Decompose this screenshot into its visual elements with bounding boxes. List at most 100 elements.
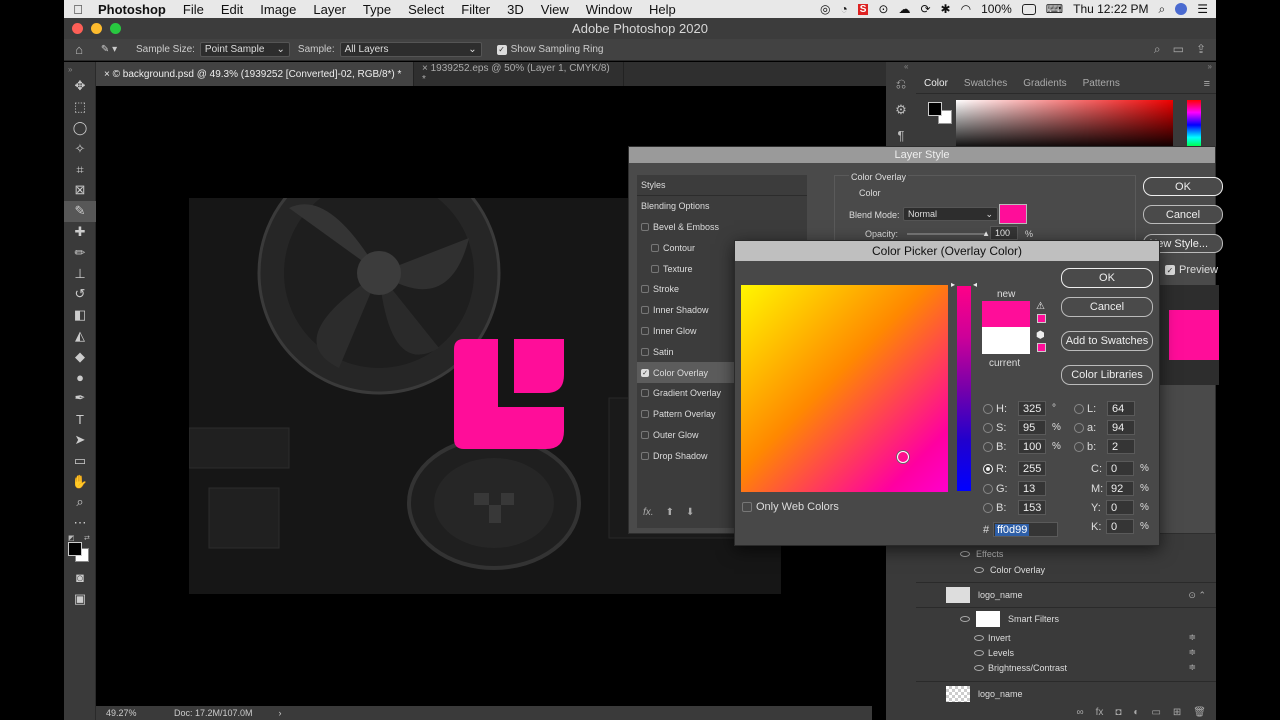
panel-menu-icon[interactable]: ≡ [1204, 78, 1216, 90]
zoom-tool-icon[interactable]: ⌕ [64, 492, 96, 513]
style-item-checkbox[interactable] [651, 264, 659, 273]
preview-toggle[interactable]: ✓ Preview [1165, 264, 1218, 276]
frame-tool-icon[interactable]: ⊠ [64, 180, 96, 201]
search-icon[interactable]: ⌕ [1154, 42, 1161, 57]
lab-a-radio[interactable] [1074, 422, 1084, 433]
web-safe-color-swatch[interactable] [1037, 343, 1046, 352]
eye-icon[interactable] [974, 567, 984, 573]
lab-l-input[interactable]: 64 [1107, 401, 1135, 416]
path-selection-tool-icon[interactable]: ➤ [64, 430, 96, 451]
blue-input[interactable]: 153 [1018, 500, 1046, 515]
yellow-input[interactable]: 0 [1106, 500, 1134, 515]
tab-1939252-eps[interactable]: × 1939252.eps @ 50% (Layer 1, CMYK/8) * [414, 62, 624, 86]
history-panel-icon[interactable]: ⎌ [886, 76, 916, 102]
style-item-checkbox[interactable] [641, 347, 649, 356]
tab-swatches[interactable]: Swatches [956, 78, 1015, 89]
effects-row[interactable]: Effects [916, 546, 1216, 562]
crop-tool-icon[interactable]: ⌗ [64, 159, 96, 180]
brightness-input[interactable]: 100 [1018, 439, 1046, 454]
panel-fg-swatch[interactable] [928, 102, 942, 116]
workspace-icon[interactable]: ▭ [1173, 42, 1184, 57]
move-down-icon[interactable]: ⬇ [686, 507, 694, 518]
collapse-panels-icon[interactable]: » [916, 62, 1216, 74]
close-window-button[interactable] [72, 23, 83, 34]
tab-color[interactable]: Color [916, 78, 956, 89]
style-item-checkbox[interactable] [641, 285, 649, 294]
styles-header[interactable]: Styles [637, 175, 807, 196]
picker-ok-button[interactable]: OK [1061, 268, 1153, 288]
menu-file[interactable]: File [183, 2, 204, 17]
eye-icon[interactable] [974, 664, 984, 671]
rectangle-tool-icon[interactable]: ▭ [64, 450, 96, 471]
only-web-colors-checkbox[interactable] [742, 502, 752, 512]
hue-slider-right-arrow-icon[interactable]: ◂ [973, 280, 977, 289]
layer-style-ok-button[interactable]: OK [1143, 177, 1223, 196]
healing-brush-tool-icon[interactable]: ✚ [64, 222, 96, 243]
tab-background-psd[interactable]: × © background.psd @ 49.3% (1939252 [Con… [96, 62, 414, 86]
magenta-input[interactable]: 92 [1106, 481, 1134, 496]
quick-mask-icon[interactable]: ◙ [64, 568, 96, 589]
bluetooth-icon[interactable]: ✱ [941, 2, 951, 16]
style-item-checkbox[interactable] [651, 243, 659, 252]
hue-radio[interactable] [983, 403, 993, 414]
menu-type[interactable]: Type [363, 2, 391, 17]
smart-filters-row[interactable]: Smart Filters [916, 608, 1216, 630]
style-item-checkbox[interactable] [641, 326, 649, 335]
saturation-brightness-field[interactable] [741, 285, 948, 492]
web-safe-warning-icon[interactable]: ⬢ [1036, 330, 1045, 341]
marquee-tool-icon[interactable]: ⬚ [64, 97, 96, 118]
filter-row-invert[interactable]: Invert ≑ [916, 630, 1216, 645]
expand-panels-icon[interactable]: « [886, 62, 916, 76]
home-icon[interactable]: ⌂ [64, 42, 94, 57]
history-brush-tool-icon[interactable]: ↺ [64, 284, 96, 305]
status-arrow-icon[interactable]: › [279, 708, 282, 718]
sample-size-select[interactable]: Point Sample ⌄ [199, 42, 290, 57]
slider-thumb-icon[interactable]: ▲ [982, 229, 990, 238]
s-app-icon[interactable]: S [857, 3, 869, 15]
foreground-color-swatch[interactable] [68, 541, 82, 556]
eye-icon[interactable] [974, 649, 984, 656]
link-layers-icon[interactable]: ∞ [1076, 707, 1083, 718]
add-mask-icon[interactable]: ◘ [1115, 707, 1121, 718]
saturation-input[interactable]: 95 [1018, 420, 1046, 435]
opacity-slider[interactable]: ▲ [907, 229, 990, 238]
zoom-level[interactable]: 49.27% [96, 708, 156, 718]
color-spectrum-field[interactable] [956, 100, 1173, 150]
eyedropper-tool-icon[interactable]: ✎ [64, 200, 96, 222]
adjustment-icon[interactable]: ◐ [1133, 707, 1139, 718]
paint-bucket-tool-icon[interactable]: ◭ [64, 326, 96, 347]
green-radio[interactable] [983, 483, 993, 494]
menu-view[interactable]: View [541, 2, 569, 17]
style-item-checkbox[interactable] [641, 389, 649, 398]
style-item-checkbox[interactable]: ✓ [641, 368, 649, 377]
battery-percent[interactable]: 100% [981, 2, 1012, 16]
menu-window[interactable]: Window [586, 2, 632, 17]
blue-radio[interactable] [983, 502, 993, 513]
color-libraries-button[interactable]: Color Libraries [1061, 365, 1153, 385]
add-to-swatches-button[interactable]: Add to Swatches [1061, 331, 1153, 351]
eye-icon[interactable] [960, 616, 970, 622]
fx-icon[interactable]: fx [1096, 707, 1104, 718]
move-tool-icon[interactable]: ✥ [64, 76, 96, 97]
swap-colors-icon[interactable]: ⇄ [84, 534, 90, 542]
opacity-input[interactable]: 100 [990, 226, 1018, 240]
red-input[interactable]: 255 [1018, 461, 1046, 476]
saturation-radio[interactable] [983, 422, 993, 433]
menu-edit[interactable]: Edit [221, 2, 243, 17]
lab-b-radio[interactable] [1074, 441, 1084, 452]
style-item-checkbox[interactable] [641, 430, 649, 439]
pen-tool-icon[interactable]: ✒ [64, 388, 96, 409]
wifi-icon[interactable]: ◠ [961, 2, 971, 16]
share-icon[interactable]: ⇪ [1196, 42, 1206, 57]
collapse-toolbar-icon[interactable]: » [64, 62, 96, 76]
group-icon[interactable]: ▭ [1151, 707, 1160, 718]
spotlight-search-icon[interactable]: ⌕ [1159, 2, 1166, 17]
style-item-checkbox[interactable] [641, 222, 649, 231]
eraser-tool-icon[interactable]: ◧ [64, 305, 96, 326]
filter-options-icon[interactable]: ≑ [1188, 662, 1196, 673]
style-item-checkbox[interactable] [641, 451, 649, 460]
filter-options-icon[interactable]: ≑ [1188, 647, 1196, 658]
dodge-tool-icon[interactable]: ● [64, 367, 96, 388]
cloud-icon[interactable]: ☁ [898, 2, 910, 16]
menu-photoshop[interactable]: Photoshop [98, 2, 166, 17]
